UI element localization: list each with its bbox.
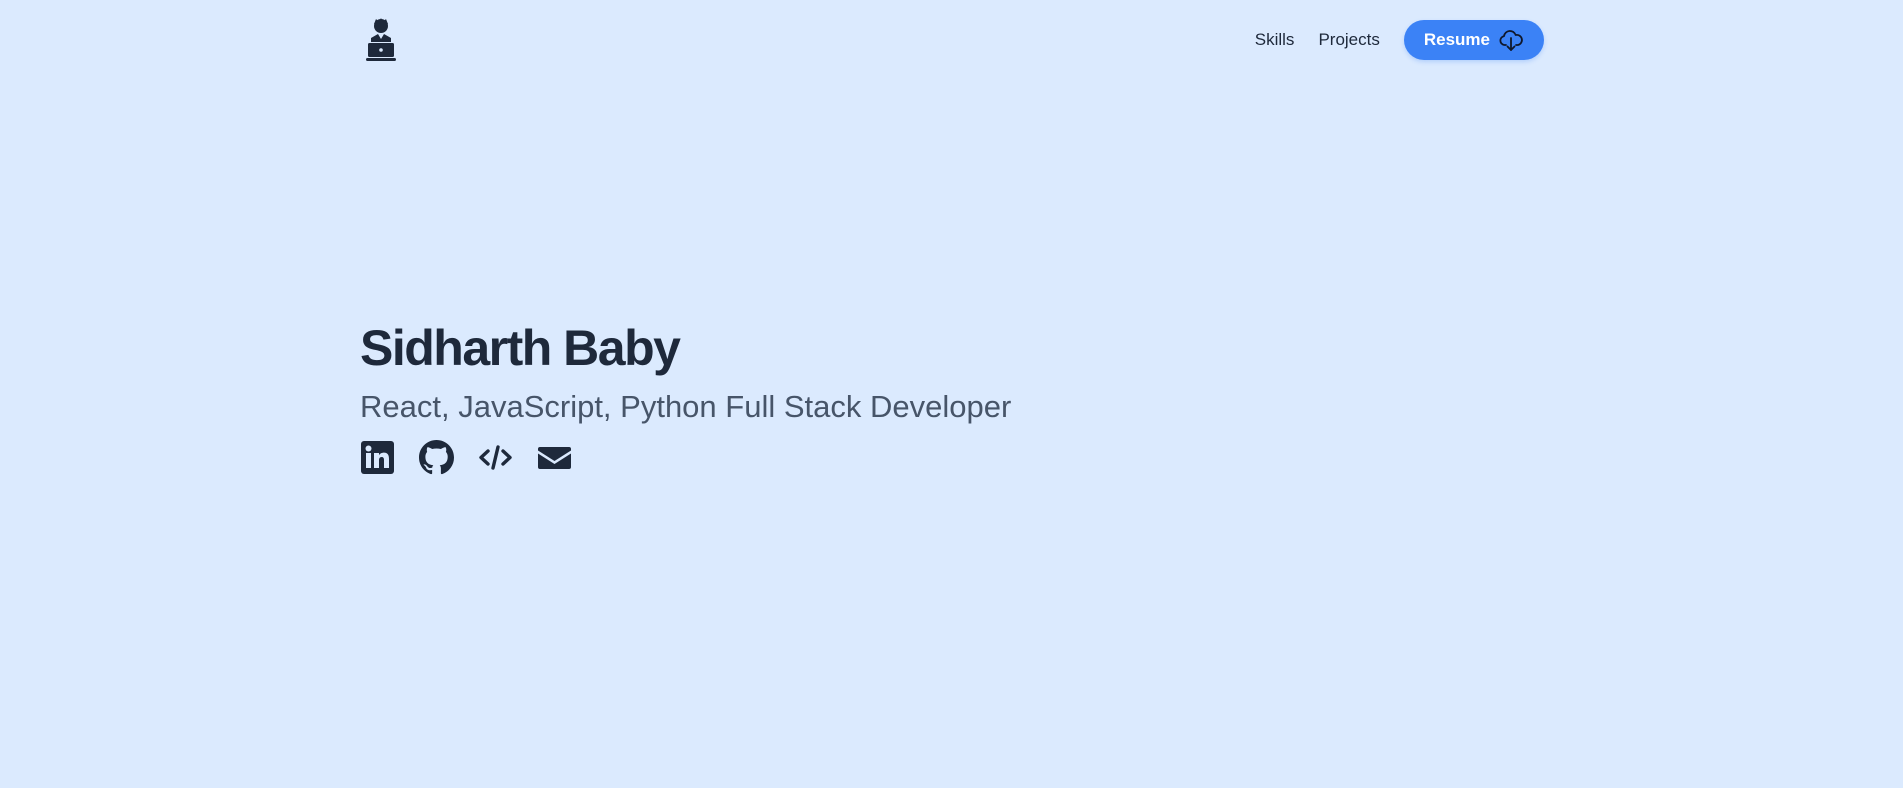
site-header: Skills Projects Resume [360, 0, 1544, 80]
envelope-icon[interactable] [537, 440, 572, 475]
main-nav: Skills Projects Resume [1255, 20, 1544, 60]
portfolio-page: Skills Projects Resume Sidharth Baby Rea… [0, 0, 1903, 788]
github-icon[interactable] [419, 440, 454, 475]
code-icon[interactable] [478, 440, 513, 475]
linkedin-icon[interactable] [360, 440, 395, 475]
cloud-download-icon [1498, 28, 1524, 52]
nav-projects-link[interactable]: Projects [1318, 30, 1379, 50]
social-links [360, 440, 1011, 475]
hero-name: Sidharth Baby [360, 320, 681, 376]
nav-skills-link[interactable]: Skills [1255, 30, 1295, 50]
developer-at-laptop-icon[interactable] [365, 18, 397, 64]
resume-button[interactable]: Resume [1403, 20, 1544, 60]
hero-section: Sidharth Baby React, JavaScript, Python … [360, 318, 1011, 475]
hero-tagline: React, JavaScript, Python Full Stack Dev… [360, 389, 1012, 424]
resume-button-label: Resume [1423, 30, 1490, 49]
